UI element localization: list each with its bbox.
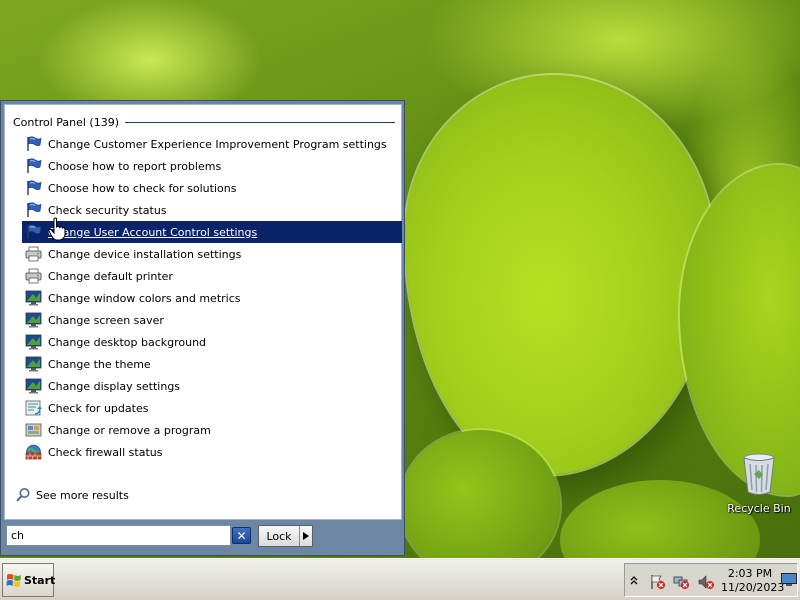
lock-options-arrow-icon[interactable] — [300, 526, 312, 546]
result-item-label: Change window colors and metrics — [48, 291, 241, 305]
result-item[interactable]: Change device installation settings — [22, 243, 402, 265]
lock-label: Lock — [259, 526, 300, 546]
programs-icon — [25, 422, 42, 438]
result-item[interactable]: Choose how to check for solutions — [22, 177, 402, 199]
result-item-label: Change Customer Experience Improvement P… — [48, 137, 387, 151]
monitor-icon — [25, 312, 42, 328]
printer-icon — [25, 246, 42, 262]
result-item-label: Choose how to check for solutions — [48, 181, 237, 195]
recycle-bin-icon — [742, 452, 776, 496]
monitor-icon — [25, 334, 42, 350]
network-icon[interactable] — [673, 574, 691, 590]
result-item[interactable]: Change desktop background — [22, 331, 402, 353]
monitor-icon — [25, 290, 42, 306]
see-more-results-link[interactable]: See more results — [15, 485, 129, 505]
see-more-label: See more results — [36, 488, 129, 502]
result-item[interactable]: Change or remove a program — [22, 419, 402, 441]
result-item-label: Change the theme — [48, 357, 151, 371]
result-item-label: Choose how to report problems — [48, 159, 222, 173]
action-center-flag-icon[interactable] — [649, 574, 667, 590]
result-item-label: Change default printer — [48, 269, 173, 283]
start-label: Start — [24, 573, 56, 587]
taskbar: Start 2:03 PM 11/20/2023 — [0, 558, 800, 600]
flag-icon — [25, 180, 42, 196]
start-menu: Control Panel (139) Change Customer Expe… — [0, 100, 405, 556]
recycle-bin-shortcut[interactable]: Recycle Bin — [726, 452, 792, 522]
result-item[interactable]: Change default printer — [22, 265, 402, 287]
close-icon: ✕ — [236, 528, 247, 543]
group-divider — [125, 121, 395, 123]
result-item[interactable]: Choose how to report problems — [22, 155, 402, 177]
notification-area: 2:03 PM 11/20/2023 — [624, 563, 798, 597]
result-item[interactable]: Change window colors and metrics — [22, 287, 402, 309]
start-button[interactable]: Start — [2, 563, 56, 597]
results-group-header: Control Panel (139) — [13, 115, 395, 129]
flag-icon — [25, 202, 42, 218]
result-item-label: Change desktop background — [48, 335, 207, 349]
windows-logo-icon — [6, 573, 22, 588]
result-item-label: Check security status — [48, 203, 167, 217]
flag-icon — [25, 224, 42, 240]
flag-icon — [25, 136, 42, 152]
volume-muted-icon[interactable] — [697, 574, 715, 590]
show-hidden-icons-chevron-icon[interactable] — [629, 575, 639, 587]
result-item[interactable]: Change display settings — [22, 375, 402, 397]
result-item-label: Change or remove a program — [48, 423, 211, 437]
result-item-label: Check for updates — [48, 401, 149, 415]
result-item[interactable]: Check security status — [22, 199, 402, 221]
flag-icon — [25, 158, 42, 174]
monitor-icon — [25, 356, 42, 372]
search-icon — [15, 487, 31, 503]
result-item[interactable]: Check for updates — [22, 397, 402, 419]
printer-icon — [25, 268, 42, 284]
search-results-pane: Control Panel (139) Change Customer Expe… — [4, 104, 402, 520]
group-title[interactable]: Control Panel (139) — [13, 116, 125, 129]
result-item[interactable]: Change Customer Experience Improvement P… — [22, 133, 402, 155]
lock-button[interactable]: Lock — [258, 525, 313, 547]
system-clock[interactable]: 2:03 PM 11/20/2023 — [721, 567, 785, 595]
result-item[interactable]: Change the theme — [22, 353, 402, 375]
show-desktop-icon[interactable] — [781, 573, 797, 587]
result-item[interactable]: Check firewall status — [22, 441, 402, 463]
result-item[interactable]: Change User Account Control settings — [22, 221, 402, 243]
result-item-label: Change device installation settings — [48, 247, 242, 261]
clear-search-button[interactable]: ✕ — [232, 527, 251, 544]
result-item-label: Check firewall status — [48, 445, 163, 459]
search-input[interactable] — [6, 525, 231, 546]
result-item[interactable]: Change screen saver — [22, 309, 402, 331]
result-item-label: Change screen saver — [48, 313, 164, 327]
search-row: ✕ Lock — [6, 524, 401, 548]
result-item-label: Change User Account Control settings — [48, 225, 258, 239]
result-item-label: Change display settings — [48, 379, 181, 393]
monitor-icon — [25, 378, 42, 394]
update-icon — [25, 400, 42, 416]
wallpaper-leaf — [405, 75, 715, 475]
results-list: Change Customer Experience Improvement P… — [22, 133, 402, 463]
clock-date: 11/20/2023 — [721, 581, 785, 594]
firewall-icon — [25, 444, 42, 460]
clock-time: 2:03 PM — [727, 567, 773, 580]
recycle-bin-label: Recycle Bin — [727, 502, 791, 515]
